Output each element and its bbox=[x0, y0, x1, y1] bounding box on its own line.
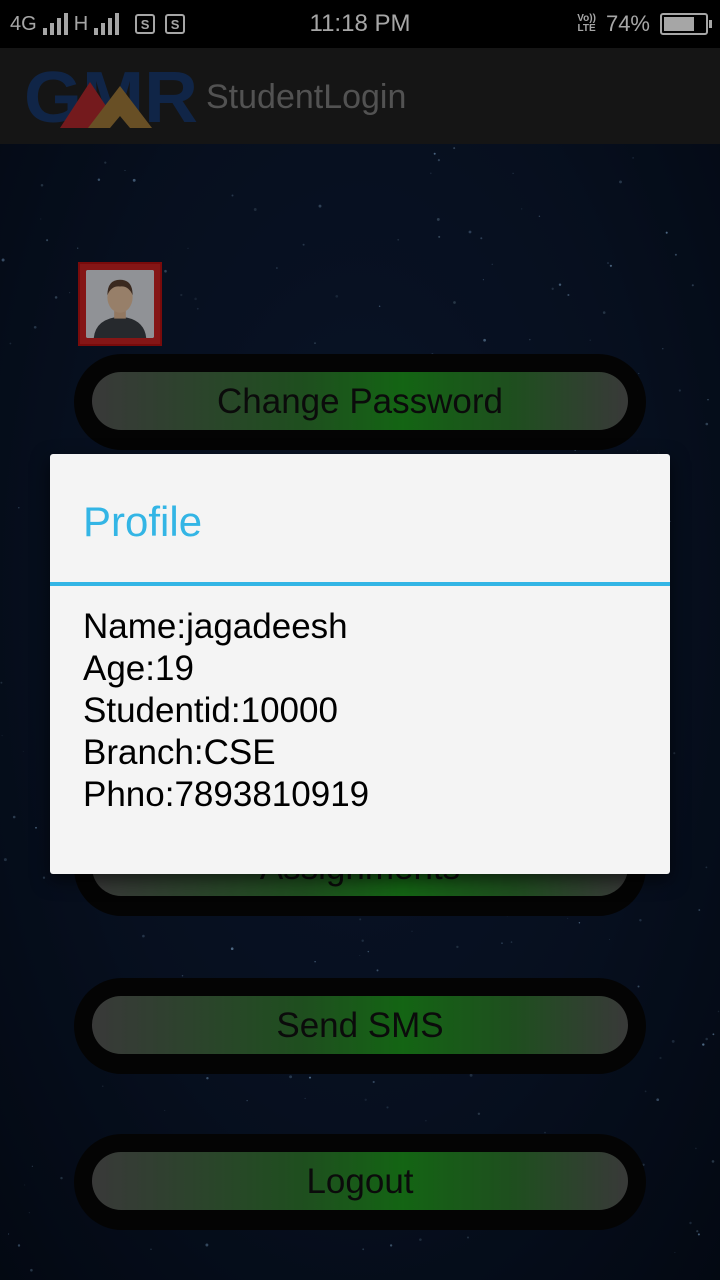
profile-branch: Branch:CSE bbox=[83, 733, 276, 772]
profile-dialog: Profile Name:jagadeesh Age:19 Studentid:… bbox=[50, 454, 670, 874]
profile-phone: Phno:7893810919 bbox=[83, 775, 370, 814]
profile-studentid: Studentid:10000 bbox=[83, 691, 338, 730]
profile-age: Age:19 bbox=[83, 649, 194, 688]
dialog-title: Profile bbox=[83, 498, 203, 545]
profile-name: Name:jagadeesh bbox=[83, 607, 348, 646]
dialog-divider bbox=[50, 582, 670, 586]
dialog-body: Name:jagadeesh Age:19 Studentid:10000 Br… bbox=[83, 606, 369, 816]
